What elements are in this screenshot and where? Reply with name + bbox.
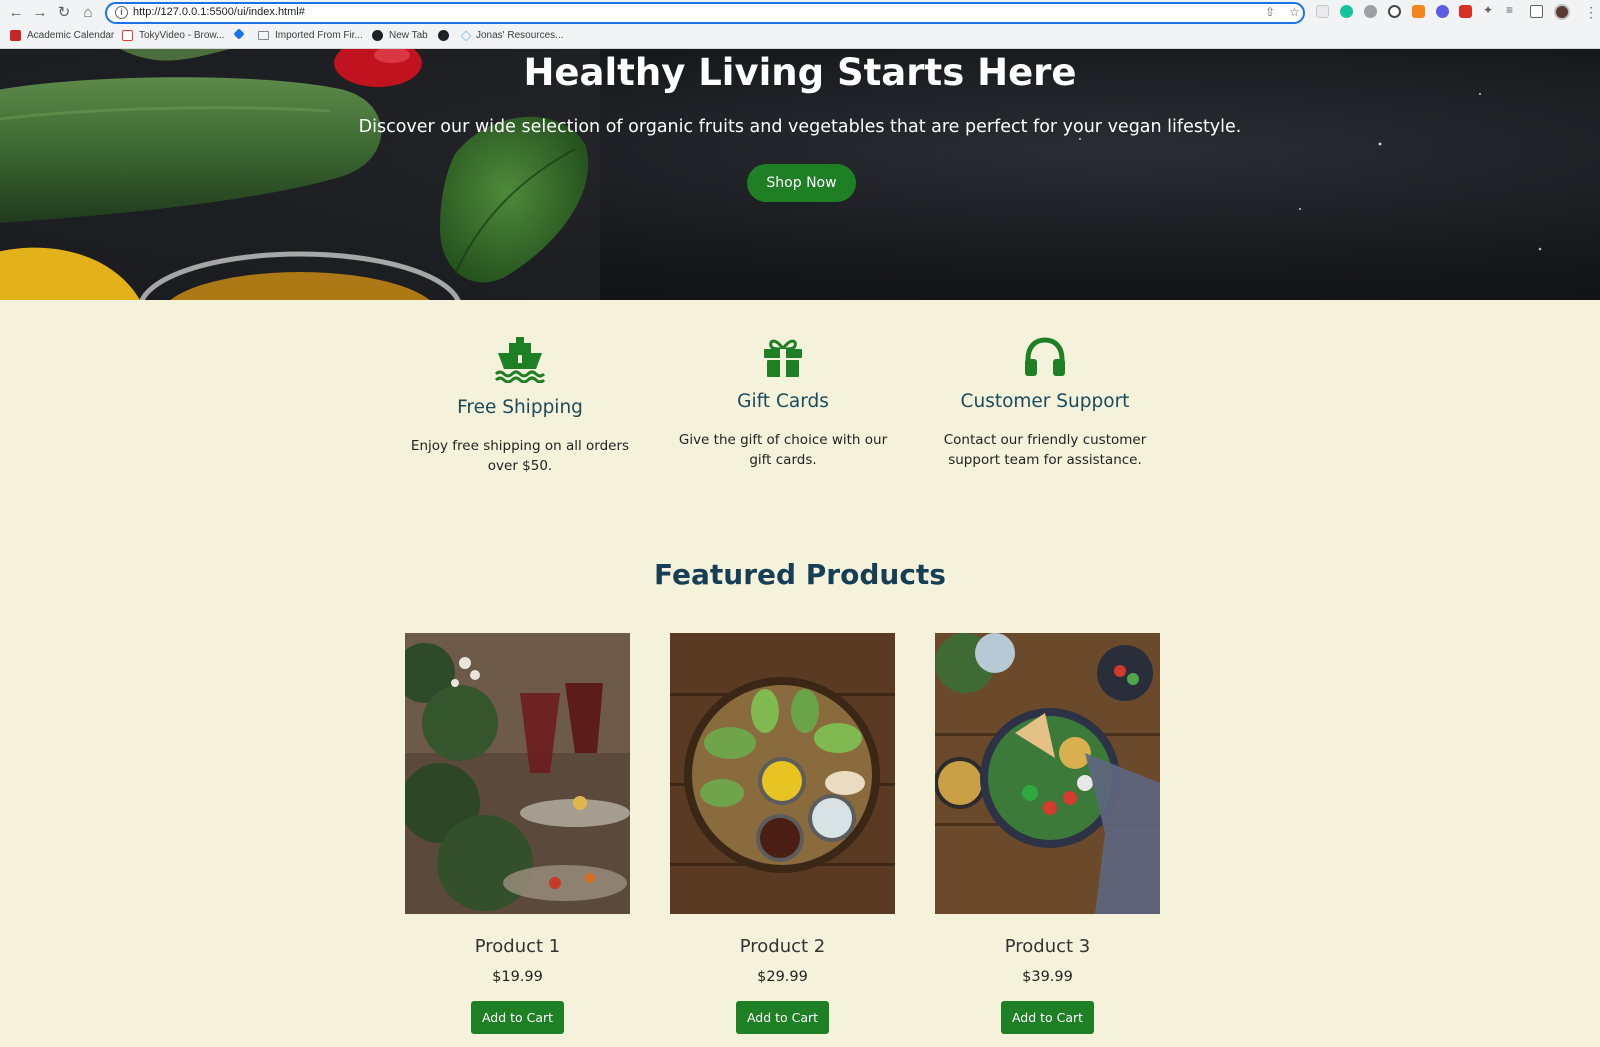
feature-title: Free Shipping (457, 397, 583, 418)
bookmark-label: TokyVideo - Brow... (139, 30, 225, 41)
folder-icon (258, 31, 269, 40)
product-3-image[interactable] (935, 633, 1160, 914)
bookmark-tokyvideo[interactable]: TokyVideo - Brow... (122, 30, 224, 41)
bookmark-imported-folder[interactable]: Imported From Fir... (258, 30, 363, 41)
product-2-image[interactable] (670, 633, 895, 914)
product-card: Product 1 $19.99 Add to Cart (405, 633, 630, 1034)
metamask-icon[interactable] (1412, 5, 1425, 18)
add-to-cart-button[interactable]: Add to Cart (1001, 1001, 1094, 1034)
ship-icon (494, 337, 546, 383)
browser-toolbar: ← → ↻ ⌂ i http://127.0.0.1:5500/ui/index… (0, 0, 1600, 25)
extension-red-icon[interactable] (1459, 5, 1472, 18)
feature-gift-cards: Gift Cards Give the gift of choice with … (668, 337, 898, 470)
shop-now-button[interactable]: Shop Now (747, 164, 856, 202)
feature-customer-support: Customer Support Contact our friendly cu… (930, 337, 1160, 470)
product-name: Product 2 (739, 936, 826, 957)
reload-icon[interactable]: ↻ (54, 3, 74, 23)
bookmark-jonas-resources[interactable]: Jonas' Resources... (460, 29, 564, 42)
diamond-favicon-icon (460, 29, 472, 42)
bookmark-label: Academic Calendar (27, 30, 115, 41)
grammarly-icon[interactable] (1340, 5, 1353, 18)
feature-title: Customer Support (960, 391, 1130, 412)
product-card: Product 3 $39.99 Add to Cart (935, 633, 1160, 1034)
product-price: $29.99 (757, 969, 808, 985)
product-name: Product 3 (1004, 936, 1091, 957)
add-to-cart-button[interactable]: Add to Cart (736, 1001, 829, 1034)
calendar-favicon-icon (10, 30, 21, 41)
tokyvideo-favicon-icon (122, 30, 133, 41)
back-arrow-icon[interactable]: ← (6, 3, 26, 23)
profile-avatar[interactable] (1554, 4, 1570, 20)
extension-gray-icon[interactable] (1364, 5, 1377, 18)
bookmark-globe[interactable] (438, 30, 455, 41)
bookmark-new-tab[interactable]: New Tab (372, 30, 428, 41)
extension-blank-icon[interactable] (1316, 5, 1329, 18)
dropbox-favicon-icon (233, 28, 245, 40)
add-to-cart-button[interactable]: Add to Cart (471, 1001, 564, 1034)
feature-description: Enjoy free shipping on all orders over $… (410, 438, 630, 474)
hero-subtitle: Discover our wide selection of organic f… (358, 117, 1242, 137)
address-bar-url[interactable]: http://127.0.0.1:5500/ui/index.html# (133, 6, 305, 18)
headphones-icon (1025, 337, 1065, 376)
feature-description: Contact our friendly customer support te… (943, 432, 1147, 468)
extension-purple-icon[interactable] (1436, 5, 1449, 18)
reading-list-icon[interactable]: ≡ (1506, 4, 1519, 17)
side-panel-icon[interactable] (1530, 5, 1543, 18)
bookmarks-bar: Academic Calendar TokyVideo - Brow... Im… (0, 25, 1600, 49)
share-icon[interactable]: ⇧ (1265, 5, 1275, 19)
bookmark-dropbox[interactable] (233, 28, 249, 40)
hero-title: Healthy Living Starts Here (523, 51, 1077, 94)
bookmark-label: New Tab (389, 30, 428, 41)
feature-description: Give the gift of choice with our gift ca… (678, 432, 888, 468)
address-bar[interactable]: i http://127.0.0.1:5500/ui/index.html# ⇧… (105, 2, 1305, 24)
bookmark-star-icon[interactable]: ☆ (1289, 5, 1300, 19)
globe-icon (438, 30, 449, 41)
puzzle-icon[interactable]: ✦ (1483, 4, 1496, 17)
browser-menu-icon[interactable]: ⋮ (1584, 3, 1598, 21)
feature-title: Gift Cards (737, 391, 829, 412)
gift-icon (764, 339, 802, 377)
product-name: Product 1 (474, 936, 561, 957)
featured-products-title: Featured Products (654, 558, 946, 591)
wordpress-icon[interactable] (1388, 5, 1401, 18)
globe-icon (372, 30, 383, 41)
hero-banner: Healthy Living Starts Here Discover our … (0, 49, 1600, 300)
bookmark-label: Imported From Fir... (275, 30, 363, 41)
product-price: $39.99 (1022, 969, 1073, 985)
site-info-icon[interactable]: i (115, 6, 128, 19)
product-card: Product 2 $29.99 Add to Cart (670, 633, 895, 1034)
product-price: $19.99 (492, 969, 543, 985)
home-icon[interactable]: ⌂ (78, 3, 98, 23)
feature-free-shipping: Free Shipping Enjoy free shipping on all… (405, 337, 635, 476)
bookmark-label: Jonas' Resources... (476, 30, 564, 41)
bookmark-academic-calendar[interactable]: Academic Calendar (10, 30, 114, 41)
forward-arrow-icon[interactable]: → (30, 3, 50, 23)
product-1-image[interactable] (405, 633, 630, 914)
